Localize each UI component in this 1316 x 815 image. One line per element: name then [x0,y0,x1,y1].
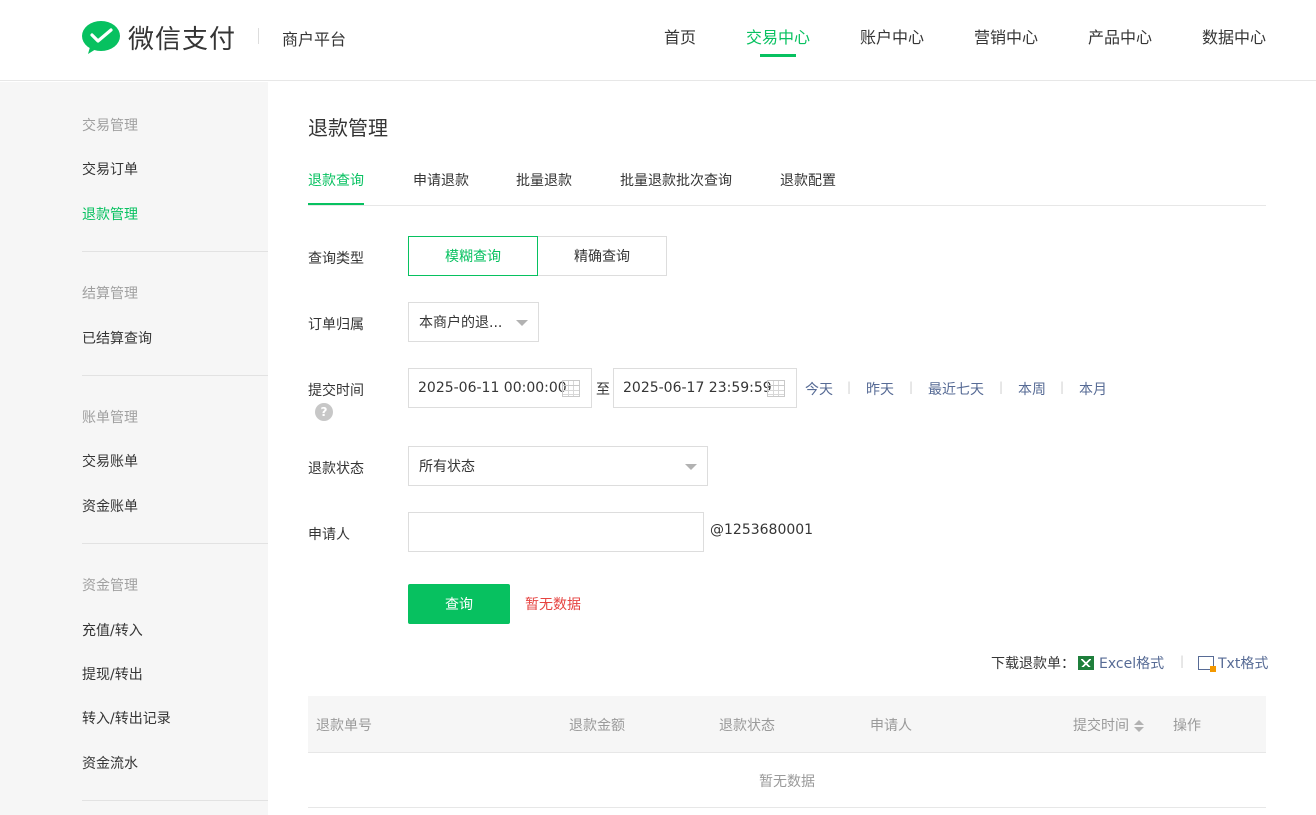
sidebar [0,82,268,815]
date-range-separator: 至 [596,382,610,398]
column-refund-amount: 退款金额 [569,718,625,734]
table-empty-text: 暂无数据 [759,774,815,790]
query-type-label: 查询类型 [308,251,364,267]
sidebar-divider [82,251,268,252]
order-owner-value: 本商户的退... [419,315,503,331]
order-owner-label: 订单归属 [308,317,364,333]
submit-time-label: 提交时间 [308,383,364,399]
sidebar-item-settled-query[interactable]: 已结算查询 [82,328,152,348]
refund-status-label: 退款状态 [308,461,364,477]
sidebar-group-bills: 账单管理 [82,410,138,426]
sort-icon[interactable] [1134,720,1144,732]
download-divider: | [1180,654,1185,668]
nav-data-center[interactable]: 数据中心 [1202,24,1266,48]
column-applicant: 申请人 [870,718,912,734]
tab-active-underline [308,203,364,205]
fuzzy-query-option[interactable]: 模糊查询 [408,236,538,276]
nav-account-center[interactable]: 账户中心 [860,24,924,48]
chevron-down-icon [685,464,697,470]
tab-batch-refund[interactable]: 批量退款 [516,170,572,190]
start-date-value: 2025-06-11 00:00:00 [418,380,567,396]
sidebar-item-fund-bill[interactable]: 资金账单 [82,496,138,516]
applicant-input[interactable] [408,512,704,552]
download-excel-label: Excel格式 [1099,656,1165,672]
sidebar-divider [82,543,268,544]
download-label: 下载退款单： [991,656,1075,672]
quick-range-divider: | [847,380,852,394]
sidebar-group-trade: 交易管理 [82,118,138,134]
column-refund-no: 退款单号 [316,718,372,734]
sidebar-item-withdraw[interactable]: 提现/转出 [82,664,143,684]
tab-batch-refund-query[interactable]: 批量退款批次查询 [620,170,732,190]
table-header: 退款单号 退款金额 退款状态 申请人 提交时间 操作 [308,696,1266,753]
quick-range-this-week[interactable]: 本周 [1018,379,1046,399]
nav-active-underline [760,54,796,57]
quick-range-yesterday[interactable]: 昨天 [866,379,894,399]
column-actions: 操作 [1173,718,1201,734]
sidebar-item-fund-flow[interactable]: 资金流水 [82,753,138,773]
download-txt-link[interactable]: Txt格式 [1198,653,1268,673]
top-nav: 首页 交易中心 账户中心 营销中心 产品中心 数据中心 [0,24,1316,64]
help-icon[interactable]: ? [315,403,333,421]
no-data-notice: 暂无数据 [525,597,581,613]
download-txt-label: Txt格式 [1218,656,1269,672]
quick-range-today[interactable]: 今天 [805,379,833,399]
nav-product-center[interactable]: 产品中心 [1088,24,1152,48]
applicant-label: 申请人 [308,527,350,543]
top-bar: 微信支付 商户平台 首页 交易中心 账户中心 营销中心 产品中心 数据中心 [0,0,1316,81]
sidebar-group-funds: 资金管理 [82,578,138,594]
end-date-input[interactable]: 2025-06-17 23:59:59 [613,368,797,408]
merchant-id-suffix: @1253680001 [710,522,814,538]
tab-refund-config[interactable]: 退款配置 [780,170,836,190]
nav-trade-center[interactable]: 交易中心 [746,24,810,48]
calendar-icon[interactable] [767,380,785,397]
sidebar-divider [82,375,268,376]
sidebar-divider [82,800,268,801]
calendar-icon[interactable] [562,380,580,397]
sidebar-group-settlement: 结算管理 [82,286,138,302]
tab-apply-refund[interactable]: 申请退款 [413,170,469,190]
sidebar-item-refund-management[interactable]: 退款管理 [82,204,138,224]
quick-range-divider: | [999,380,1004,394]
start-date-input[interactable]: 2025-06-11 00:00:00 [408,368,592,408]
sidebar-item-recharge[interactable]: 充值/转入 [82,620,143,640]
end-date-value: 2025-06-17 23:59:59 [623,380,772,396]
exact-query-option[interactable]: 精确查询 [537,236,667,276]
query-button[interactable]: 查询 [408,584,510,624]
excel-icon [1078,656,1094,670]
download-excel-link[interactable]: Excel格式 [1078,653,1164,673]
nav-marketing-center[interactable]: 营销中心 [974,24,1038,48]
order-owner-select[interactable]: 本商户的退... [408,302,539,342]
tab-refund-query[interactable]: 退款查询 [308,170,364,190]
refund-status-value: 所有状态 [419,459,475,475]
column-submit-time-wrap[interactable]: 提交时间 [1073,715,1144,735]
column-refund-status: 退款状态 [719,718,775,734]
sidebar-item-trade-orders[interactable]: 交易订单 [82,159,138,179]
quick-range-last-7-days[interactable]: 最近七天 [928,379,984,399]
quick-range-divider: | [1060,380,1065,394]
column-submit-time: 提交时间 [1073,718,1129,734]
nav-home[interactable]: 首页 [664,24,696,48]
sidebar-item-trade-bill[interactable]: 交易账单 [82,451,138,471]
refund-status-select[interactable]: 所有状态 [408,446,708,486]
chevron-down-icon [516,320,528,326]
sidebar-item-transfer-records[interactable]: 转入/转出记录 [82,708,171,728]
page-title: 退款管理 [308,116,388,140]
table-body: 暂无数据 [308,753,1266,808]
tab-bar: 退款查询 申请退款 批量退款 批量退款批次查询 退款配置 [308,170,1266,206]
quick-range-divider: | [909,380,914,394]
txt-icon [1198,656,1216,672]
quick-range-this-month[interactable]: 本月 [1079,379,1107,399]
